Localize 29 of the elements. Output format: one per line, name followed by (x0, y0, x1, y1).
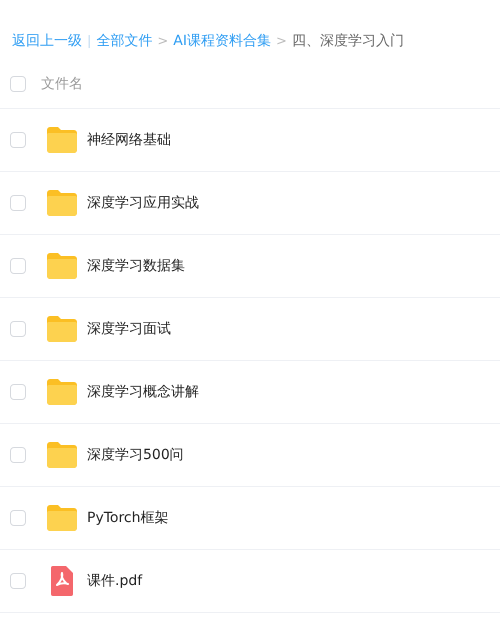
checkbox[interactable] (10, 447, 26, 463)
folder-icon (46, 504, 78, 532)
file-name[interactable]: 课件.pdf (87, 572, 142, 590)
folder-icon (46, 315, 78, 343)
file-name[interactable]: 神经网络基础 (87, 131, 171, 149)
file-name[interactable]: 深度学习概念讲解 (87, 383, 199, 401)
file-name[interactable]: 深度学习数据集 (87, 257, 185, 275)
separator-text: > (276, 34, 287, 48)
checkbox[interactable] (10, 321, 26, 337)
divider-text: | (87, 34, 92, 48)
separator-text: > (157, 34, 168, 48)
folder-icon (46, 126, 78, 154)
folder-icon (46, 441, 78, 469)
file-name[interactable]: 深度学习应用实战 (87, 194, 199, 212)
checkbox[interactable] (10, 76, 26, 92)
breadcrumb-link[interactable]: 四、深度学习入门 (292, 32, 404, 50)
folder-icon (46, 378, 78, 406)
checkbox[interactable] (10, 132, 26, 148)
checkbox[interactable] (10, 573, 26, 589)
checkbox[interactable] (10, 195, 26, 211)
folder-icon (46, 189, 78, 217)
file-name[interactable]: 深度学习500问 (87, 446, 184, 464)
checkbox[interactable] (10, 510, 26, 526)
file-name[interactable]: PyTorch框架 (87, 509, 168, 527)
folder-icon (46, 252, 78, 280)
column-header: 文件名 (41, 75, 83, 93)
checkbox[interactable] (10, 258, 26, 274)
file-name[interactable]: 深度学习面试 (87, 320, 171, 338)
checkbox[interactable] (10, 384, 26, 400)
